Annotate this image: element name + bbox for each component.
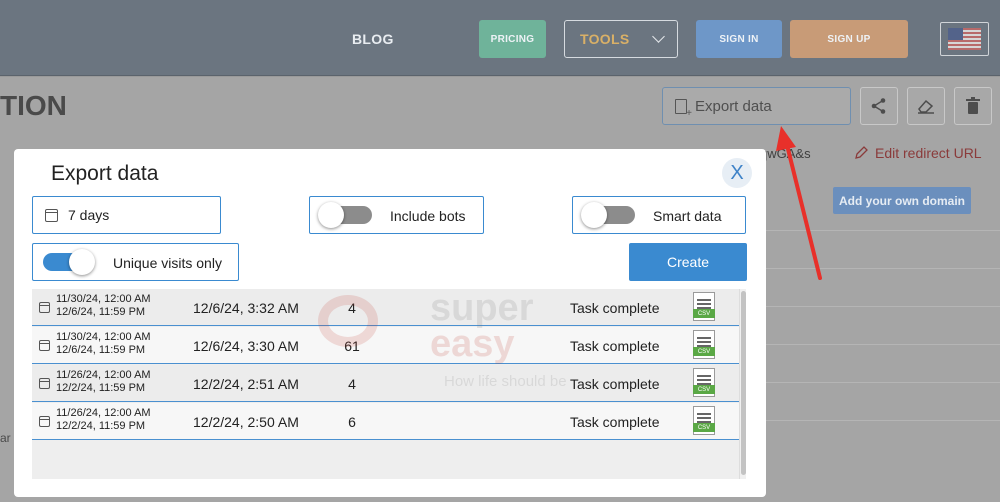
range-start: 11/30/24, 12:00 AM: [56, 331, 151, 343]
toggle-knob: [581, 202, 607, 228]
short-link-slug: qwGA&s: [760, 146, 811, 161]
toggle-knob: [318, 202, 344, 228]
language-selector[interactable]: [940, 22, 989, 56]
range-end: 12/6/24, 11:59 PM: [56, 344, 146, 356]
csv-download-icon[interactable]: CSV: [693, 330, 715, 359]
left-text-fragment: ar: [0, 431, 11, 445]
chevron-down-icon: [652, 30, 665, 43]
tools-dropdown[interactable]: TOOLS: [564, 20, 678, 58]
created-at-cell: 12/6/24, 3:32 AM: [193, 300, 299, 316]
delete-button[interactable]: [954, 87, 992, 125]
scrollbar-thumb[interactable]: [741, 291, 746, 475]
dialog-title: Export data: [51, 162, 159, 185]
visit-count-cell: 4: [348, 300, 356, 316]
date-range-label: 7 days: [68, 207, 110, 223]
range-end: 12/2/24, 11:59 PM: [56, 420, 146, 432]
include-bots-label: Include bots: [390, 208, 466, 224]
export-data-dialog: Export data X 7 days Include bots Smart …: [14, 149, 766, 497]
top-navigation: BLOG PRICING TOOLS SIGN IN SIGN UP: [0, 0, 1000, 76]
close-button[interactable]: X: [722, 158, 752, 188]
sign-up-button[interactable]: SIGN UP: [790, 20, 908, 58]
toggle-knob: [69, 249, 95, 275]
exports-table: 11/30/24, 12:00 AM 12/6/24, 11:59 PM 12/…: [32, 289, 746, 479]
csv-download-icon[interactable]: CSV: [693, 406, 715, 435]
csv-tag: CSV: [693, 347, 715, 356]
sign-in-button[interactable]: SIGN IN: [696, 20, 782, 58]
calendar-icon: [45, 208, 58, 222]
date-range-cell: 11/26/24, 12:00 AM 12/2/24, 11:59 PM: [56, 407, 151, 433]
created-at-cell: 12/6/24, 3:30 AM: [193, 338, 299, 354]
pencil-icon: [855, 146, 868, 159]
trash-icon: [966, 97, 980, 114]
nav-blog-link[interactable]: BLOG: [352, 31, 394, 47]
date-range-cell: 11/30/24, 12:00 AM 12/6/24, 11:59 PM: [56, 331, 151, 357]
table-divider: [765, 344, 1000, 345]
date-range-cell: 11/26/24, 12:00 AM 12/2/24, 11:59 PM: [56, 369, 151, 395]
date-range-selector[interactable]: 7 days: [32, 196, 221, 234]
status-cell: Task complete: [570, 376, 660, 392]
share-icon: [871, 98, 886, 114]
range-start: 11/30/24, 12:00 AM: [56, 293, 151, 305]
edit-redirect-label: Edit redirect URL: [875, 145, 982, 161]
smart-data-control: Smart data: [572, 196, 746, 234]
status-cell: Task complete: [570, 338, 660, 354]
visit-count-cell: 4: [348, 376, 356, 392]
unique-visits-label: Unique visits only: [113, 255, 222, 271]
table-divider: [765, 382, 1000, 383]
visit-count-cell: 61: [344, 338, 360, 354]
export-data-button[interactable]: Export data: [662, 87, 851, 125]
created-at-cell: 12/2/24, 2:51 AM: [193, 376, 299, 392]
table-divider: [765, 306, 1000, 307]
range-end: 12/6/24, 11:59 PM: [56, 306, 146, 318]
unique-visits-control: Unique visits only: [32, 243, 239, 281]
calendar-icon: [39, 416, 50, 427]
include-bots-toggle[interactable]: [318, 202, 372, 228]
add-domain-button[interactable]: Add your own domain: [833, 187, 971, 214]
status-cell: Task complete: [570, 300, 660, 316]
csv-download-icon[interactable]: CSV: [693, 368, 715, 397]
smart-data-toggle[interactable]: [581, 202, 635, 228]
table-row: 11/30/24, 12:00 AM 12/6/24, 11:59 PM 12/…: [32, 289, 739, 326]
include-bots-control: Include bots: [309, 196, 484, 234]
csv-download-icon[interactable]: CSV: [693, 292, 715, 321]
visit-count-cell: 6: [348, 414, 356, 430]
unique-visits-toggle[interactable]: [43, 249, 95, 275]
clear-button[interactable]: [907, 87, 945, 125]
range-end: 12/2/24, 11:59 PM: [56, 382, 146, 394]
export-data-label: Export data: [695, 97, 772, 115]
table-divider: [765, 268, 1000, 269]
smart-data-label: Smart data: [653, 208, 722, 224]
export-file-icon: [675, 98, 692, 119]
share-button[interactable]: [860, 87, 898, 125]
table-row: 11/26/24, 12:00 AM 12/2/24, 11:59 PM 12/…: [32, 365, 739, 402]
range-start: 11/26/24, 12:00 AM: [56, 407, 151, 419]
range-start: 11/26/24, 12:00 AM: [56, 369, 151, 381]
csv-tag: CSV: [693, 309, 715, 318]
status-cell: Task complete: [570, 414, 660, 430]
us-flag-icon: [948, 28, 981, 50]
csv-tag: CSV: [693, 423, 715, 432]
table-divider: [765, 230, 1000, 231]
calendar-icon: [39, 340, 50, 351]
edit-redirect-link[interactable]: Edit redirect URL: [853, 145, 982, 161]
tools-dropdown-label: TOOLS: [580, 31, 630, 47]
date-range-cell: 11/30/24, 12:00 AM 12/6/24, 11:59 PM: [56, 293, 151, 319]
calendar-icon: [39, 378, 50, 389]
table-row: 11/30/24, 12:00 AM 12/6/24, 11:59 PM 12/…: [32, 327, 739, 364]
table-divider: [765, 420, 1000, 421]
csv-tag: CSV: [693, 385, 715, 394]
create-button[interactable]: Create: [629, 243, 747, 281]
table-row: 11/26/24, 12:00 AM 12/2/24, 11:59 PM 12/…: [32, 403, 739, 440]
page-title: TION: [0, 90, 67, 121]
pricing-button[interactable]: PRICING: [479, 20, 546, 58]
table-scrollbar[interactable]: [739, 289, 746, 479]
calendar-icon: [39, 302, 50, 313]
eraser-icon: [918, 99, 934, 114]
created-at-cell: 12/2/24, 2:50 AM: [193, 414, 299, 430]
